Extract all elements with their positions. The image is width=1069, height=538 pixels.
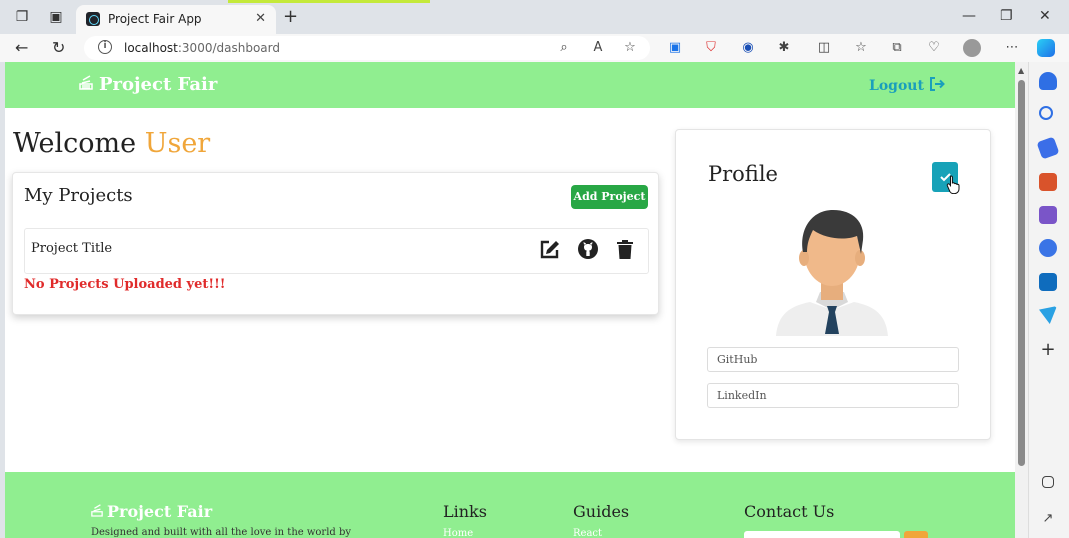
tab-actions-icon[interactable]: ▣ bbox=[48, 9, 64, 25]
restore-icon[interactable]: ❐ bbox=[1000, 8, 1013, 24]
hand-cursor-icon bbox=[946, 175, 960, 194]
brand-text: Project Fair bbox=[99, 74, 218, 95]
url-host: localhost bbox=[124, 41, 178, 55]
welcome-prefix: Welcome bbox=[13, 128, 137, 159]
react-favicon-icon bbox=[86, 12, 100, 26]
refresh-icon[interactable]: ↻ bbox=[52, 39, 65, 57]
games-icon[interactable] bbox=[1039, 206, 1057, 224]
browser-essentials-icon[interactable]: ♡ bbox=[926, 40, 942, 56]
outlook-icon[interactable] bbox=[1039, 273, 1057, 291]
profile-avatar-image bbox=[776, 204, 888, 336]
footer: Project Fair Designed and built with all… bbox=[5, 472, 1015, 538]
site-info-icon[interactable]: i bbox=[98, 40, 112, 54]
extension-screen-icon[interactable]: ▣ bbox=[667, 40, 683, 56]
extension-circle-icon[interactable]: ◉ bbox=[740, 40, 756, 56]
footer-brand: Project Fair bbox=[91, 502, 212, 521]
favorite-star-icon[interactable]: ☆ bbox=[622, 40, 638, 56]
github-icon[interactable] bbox=[577, 238, 599, 260]
zoom-icon[interactable]: ⌕ bbox=[556, 40, 572, 56]
tab-title: Project Fair App bbox=[108, 12, 202, 26]
footer-link-home[interactable]: Home bbox=[443, 528, 473, 538]
footer-guides-heading: Guides bbox=[573, 502, 630, 521]
add-sidebar-app-icon[interactable]: + bbox=[1039, 341, 1057, 359]
profile-avatar-icon[interactable] bbox=[963, 39, 981, 57]
logout-label: Logout bbox=[869, 78, 924, 94]
window-accent-line bbox=[228, 0, 430, 3]
minimize-icon[interactable]: — bbox=[962, 8, 976, 24]
scrollbar-thumb[interactable] bbox=[1018, 80, 1025, 466]
footer-links-heading: Links bbox=[443, 502, 487, 521]
close-tab-icon[interactable]: ✕ bbox=[255, 11, 266, 26]
footer-contact-heading: Contact Us bbox=[744, 502, 835, 521]
footer-guide-react[interactable]: React bbox=[573, 528, 602, 538]
welcome-username: User bbox=[144, 128, 211, 159]
open-external-icon[interactable]: ↗ bbox=[1039, 510, 1057, 528]
tab-project-fair[interactable]: Project Fair App ✕ bbox=[76, 5, 276, 34]
add-project-button[interactable]: Add Project bbox=[571, 185, 648, 209]
favorites-icon[interactable]: ☆ bbox=[853, 40, 869, 56]
project-title: Project Title bbox=[31, 241, 113, 256]
footer-brand-text: Project Fair bbox=[107, 502, 213, 521]
logout-button[interactable]: Logout bbox=[869, 77, 945, 94]
my-projects-heading: My Projects bbox=[24, 185, 133, 206]
more-options-icon[interactable]: ⋯ bbox=[1004, 40, 1020, 56]
profile-card: Profile GitHub LinkedIn bbox=[675, 129, 991, 440]
project-row: Project Title bbox=[24, 228, 649, 274]
scroll-up-icon[interactable]: ▲ bbox=[1018, 66, 1024, 75]
page-scrollbar[interactable]: ▲ bbox=[1015, 62, 1028, 538]
split-screen-icon[interactable]: ◫ bbox=[816, 40, 832, 56]
logout-icon bbox=[929, 77, 945, 91]
linkedin-input[interactable]: LinkedIn bbox=[707, 383, 959, 408]
read-aloud-icon[interactable]: A bbox=[590, 40, 606, 56]
shopping-tag-icon[interactable] bbox=[1036, 136, 1060, 160]
copilot-icon[interactable] bbox=[1037, 39, 1055, 57]
extensions-icon[interactable]: ✱ bbox=[776, 40, 792, 56]
microsoft-365-icon[interactable] bbox=[1039, 239, 1057, 257]
footer-stack-icon bbox=[91, 502, 103, 521]
my-projects-card: My Projects Add Project Project Title No… bbox=[12, 172, 659, 315]
tools-icon[interactable] bbox=[1039, 173, 1057, 191]
navbar: Project Fair Logout bbox=[5, 62, 1015, 108]
navbar-brand[interactable]: Project Fair bbox=[79, 74, 217, 95]
close-window-icon[interactable]: ✕ bbox=[1039, 8, 1051, 24]
browser-toolbar: ← ↻ i localhost:3000/dashboard ⌕ A ☆ ▣ ⛉… bbox=[0, 34, 1069, 62]
url-path: :3000/dashboard bbox=[177, 41, 280, 55]
address-bar[interactable]: i localhost:3000/dashboard ⌕ A ☆ bbox=[84, 36, 650, 60]
delete-icon[interactable] bbox=[614, 238, 636, 260]
footer-send-button[interactable] bbox=[904, 531, 928, 538]
new-tab-icon[interactable]: + bbox=[283, 8, 298, 26]
search-icon[interactable] bbox=[1039, 106, 1053, 120]
footer-email-input[interactable] bbox=[744, 531, 900, 538]
url-text: localhost:3000/dashboard bbox=[124, 41, 280, 55]
github-input[interactable]: GitHub bbox=[707, 347, 959, 372]
extension-shield-icon[interactable]: ⛉ bbox=[703, 40, 719, 56]
back-icon[interactable]: ← bbox=[15, 39, 28, 57]
collections-icon[interactable]: ⧉ bbox=[889, 40, 905, 56]
footer-tagline: Designed and built with all the love in … bbox=[91, 527, 352, 538]
web-page: Project Fair Logout Welcome User My Proj… bbox=[5, 62, 1015, 538]
edit-icon[interactable] bbox=[539, 238, 561, 260]
sidebar-layout-icon[interactable] bbox=[1042, 476, 1054, 488]
stack-icon bbox=[79, 74, 93, 95]
workspaces-icon[interactable]: ❐ bbox=[14, 9, 30, 25]
browser-sidebar: + ↗ bbox=[1028, 62, 1069, 538]
save-profile-button[interactable] bbox=[932, 162, 960, 194]
empty-projects-message: No Projects Uploaded yet!!! bbox=[24, 277, 226, 292]
browser-tab-bar: ❐ ▣ Project Fair App ✕ + — ❐ ✕ bbox=[0, 0, 1069, 34]
drop-icon[interactable] bbox=[1039, 306, 1057, 324]
notifications-icon[interactable] bbox=[1039, 72, 1057, 90]
welcome-heading: Welcome User bbox=[13, 128, 210, 159]
profile-heading: Profile bbox=[708, 162, 778, 186]
